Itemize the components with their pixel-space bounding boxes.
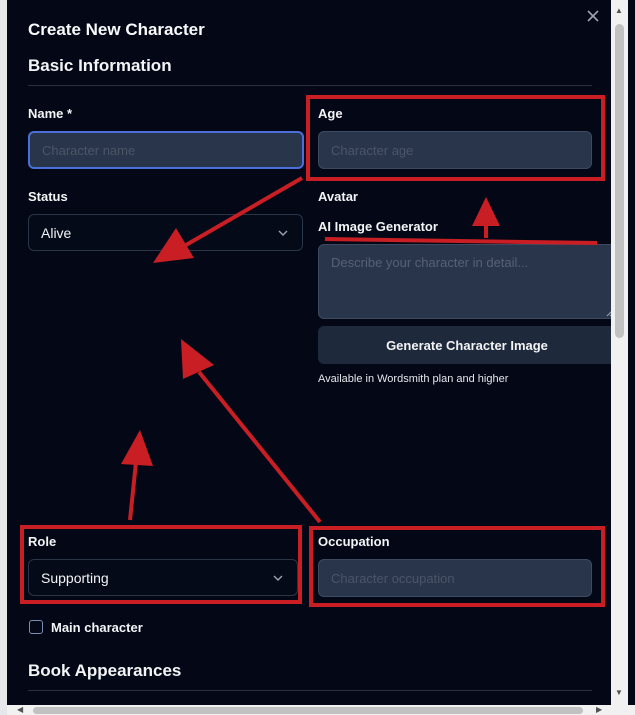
scroll-left-icon[interactable]: ◀ — [17, 705, 23, 714]
avatar-description-textarea[interactable] — [318, 244, 616, 319]
scroll-down-icon[interactable]: ▼ — [615, 688, 623, 697]
main-character-checkbox[interactable] — [29, 620, 43, 634]
close-icon[interactable] — [585, 10, 601, 26]
scrollbar-thumb[interactable] — [33, 707, 583, 714]
section-divider — [28, 690, 592, 691]
basic-information-heading: Basic Information — [28, 56, 172, 75]
main-character-label: Main character — [51, 620, 143, 635]
status-select[interactable]: Alive — [28, 214, 303, 251]
role-select[interactable]: Supporting — [28, 559, 298, 596]
age-input[interactable] — [318, 131, 592, 169]
scrollbar-thumb[interactable] — [615, 24, 624, 338]
chevron-down-icon — [278, 230, 288, 236]
generate-character-image-button[interactable]: Generate Character Image — [318, 326, 616, 364]
status-value: Alive — [41, 224, 72, 241]
scroll-up-icon[interactable]: ▲ — [615, 6, 623, 15]
create-character-dialog: Create New Character Basic Information N… — [7, 0, 635, 715]
avatar-label: Avatar — [318, 189, 358, 204]
age-label: Age — [318, 106, 343, 121]
chevron-down-icon — [273, 575, 283, 581]
ai-image-generator-label: AI Image Generator — [318, 219, 438, 234]
occupation-input[interactable] — [318, 559, 592, 597]
vertical-scrollbar[interactable]: ▲ ▼ — [611, 0, 628, 707]
name-label: Name * — [28, 106, 73, 121]
background-window-strip — [0, 0, 7, 715]
plan-availability-note: Available in Wordsmith plan and higher — [318, 373, 509, 385]
scroll-right-icon[interactable]: ▶ — [596, 705, 602, 714]
name-input[interactable] — [28, 131, 304, 169]
occupation-label: Occupation — [318, 534, 390, 549]
section-divider — [28, 85, 592, 86]
role-value: Supporting — [41, 569, 109, 586]
role-label: Role — [28, 534, 57, 549]
status-label: Status — [28, 189, 68, 204]
horizontal-scrollbar[interactable]: ◀ ▶ — [7, 705, 635, 715]
dialog-title: Create New Character — [28, 20, 205, 39]
book-appearances-heading: Book Appearances — [28, 661, 182, 680]
